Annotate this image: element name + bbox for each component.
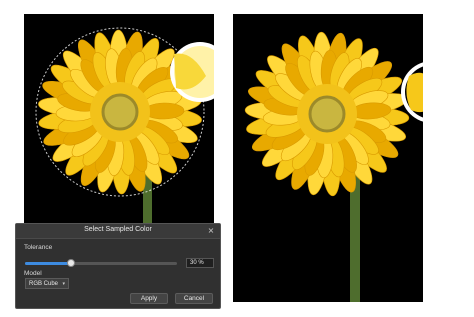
close-icon[interactable]: × — [206, 225, 216, 237]
dialog-title: Select Sampled Color — [84, 226, 152, 233]
select-sampled-color-dialog: Select Sampled Color × Tolerance 30 % Mo… — [15, 223, 221, 309]
cancel-button[interactable]: Cancel — [175, 293, 213, 304]
before-image-panel — [24, 14, 214, 238]
flower-stem — [350, 174, 360, 302]
tolerance-slider-thumb[interactable] — [66, 259, 75, 267]
model-selected-value: RGB Cube — [29, 281, 59, 287]
dialog-titlebar[interactable]: Select Sampled Color × — [16, 224, 220, 239]
tolerance-label: Tolerance — [24, 244, 53, 251]
tolerance-slider-fill — [25, 262, 71, 265]
flower-center — [101, 93, 139, 131]
apply-button[interactable]: Apply — [130, 293, 168, 304]
model-dropdown[interactable]: RGB Cube ▾ — [25, 278, 69, 289]
screenshot: Select Sampled Color × Tolerance 30 % Mo… — [0, 0, 474, 317]
model-label: Model — [24, 270, 42, 277]
tolerance-value-field[interactable]: 30 % — [186, 258, 214, 268]
flower-center — [308, 95, 346, 133]
chevron-down-icon: ▾ — [62, 281, 65, 287]
tolerance-slider[interactable] — [25, 259, 177, 267]
flower-cutout — [244, 31, 423, 302]
after-image-panel — [233, 14, 423, 302]
flower-with-selection — [35, 27, 214, 238]
